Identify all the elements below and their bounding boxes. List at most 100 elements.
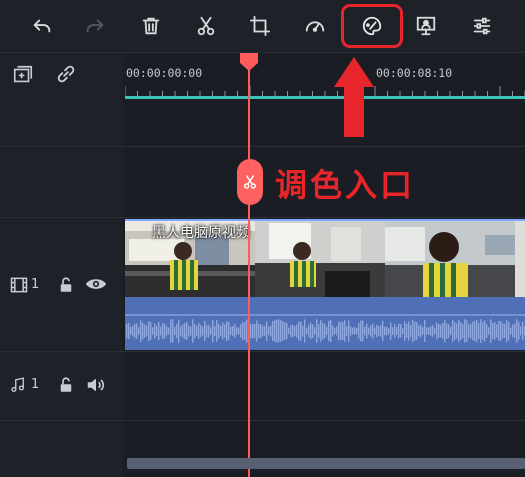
film-icon bbox=[10, 277, 28, 293]
waveform-bar bbox=[340, 321, 342, 341]
audio-track-volume-button[interactable] bbox=[84, 374, 108, 396]
waveform-bar bbox=[408, 321, 410, 341]
toolbar bbox=[0, 0, 525, 53]
waveform-bar bbox=[172, 319, 174, 343]
waveform-bar bbox=[412, 319, 414, 343]
waveform-bar bbox=[310, 322, 312, 340]
waveform-bar bbox=[470, 323, 472, 339]
waveform-bar bbox=[308, 324, 310, 338]
waveform-bar bbox=[142, 322, 144, 340]
waveform-bar bbox=[126, 323, 128, 339]
waveform-bar bbox=[508, 321, 510, 341]
video-clip[interactable]: 黑人电脑原视频 bbox=[125, 219, 525, 350]
waveform-bar bbox=[398, 323, 400, 339]
audio-track-area[interactable] bbox=[125, 352, 525, 420]
waveform-bar bbox=[364, 326, 366, 336]
waveform-bar bbox=[182, 324, 184, 338]
video-track-visibility-button[interactable] bbox=[84, 273, 108, 295]
waveform-bar bbox=[176, 324, 178, 338]
green-screen-button[interactable] bbox=[406, 7, 446, 45]
waveform-bar bbox=[434, 327, 436, 335]
empty-track-area[interactable] bbox=[125, 100, 525, 146]
waveform-bar bbox=[196, 325, 198, 337]
waveform-bar bbox=[316, 319, 318, 343]
waveform-bar bbox=[166, 326, 168, 336]
waveform-bar bbox=[186, 321, 188, 341]
crop-button[interactable] bbox=[240, 7, 280, 45]
waveform-bar bbox=[276, 319, 278, 343]
waveform-bar bbox=[304, 319, 306, 343]
delete-button[interactable] bbox=[131, 7, 171, 45]
waveform-bar bbox=[446, 323, 448, 339]
audio-waveform bbox=[125, 297, 525, 350]
waveform-bar bbox=[474, 320, 476, 342]
waveform-bar bbox=[288, 327, 290, 335]
waveform-bar bbox=[260, 324, 262, 338]
waveform-bar bbox=[472, 321, 474, 341]
waveform-bar bbox=[336, 326, 338, 336]
redo-button[interactable] bbox=[75, 7, 115, 45]
ruler-progress-line bbox=[125, 96, 525, 99]
waveform-bar bbox=[144, 324, 146, 338]
waveform-bar bbox=[386, 326, 388, 336]
waveform-bar bbox=[432, 325, 434, 337]
waveform-bar bbox=[406, 323, 408, 339]
playhead-split-button[interactable] bbox=[237, 159, 263, 205]
waveform-bar bbox=[198, 323, 200, 339]
link-button[interactable] bbox=[53, 62, 79, 86]
waveform-bar bbox=[130, 326, 132, 336]
waveform-bar bbox=[302, 325, 304, 337]
music-note-icon bbox=[11, 377, 24, 393]
waveform-bar bbox=[146, 325, 148, 337]
timecode-mid: 00:00:08:10 bbox=[376, 66, 453, 80]
audio-track-lock-button[interactable] bbox=[57, 375, 75, 395]
waveform-bar bbox=[486, 324, 488, 338]
annotation-text: 调色入口 bbox=[275, 166, 416, 204]
waveform-bar bbox=[482, 322, 484, 340]
video-track-lock-button[interactable] bbox=[57, 275, 75, 295]
waveform-bar bbox=[140, 320, 142, 342]
waveform-bar bbox=[350, 326, 352, 336]
crop-icon bbox=[249, 15, 271, 37]
waveform-bar bbox=[502, 323, 504, 339]
split-button[interactable] bbox=[186, 7, 226, 45]
speed-button[interactable] bbox=[295, 7, 335, 45]
waveform-bar bbox=[384, 326, 386, 336]
waveform-bar bbox=[344, 320, 346, 342]
waveform-bar bbox=[314, 327, 316, 335]
playhead-line[interactable] bbox=[248, 53, 250, 477]
waveform-bar bbox=[396, 327, 398, 335]
waveform-bar bbox=[156, 325, 158, 337]
add-track-button[interactable] bbox=[9, 63, 37, 87]
waveform-bar bbox=[268, 326, 270, 336]
waveform-bar bbox=[504, 324, 506, 338]
waveform-bar bbox=[510, 327, 512, 335]
waveform-bar bbox=[306, 327, 308, 335]
trash-icon bbox=[142, 17, 160, 35]
waveform-bar bbox=[500, 320, 502, 342]
waveform-bar bbox=[298, 321, 300, 341]
waveform-bar bbox=[484, 320, 486, 342]
timeline-horizontal-scrollbar[interactable] bbox=[127, 458, 525, 469]
waveform-bar bbox=[202, 326, 204, 336]
speaker-icon bbox=[87, 378, 105, 392]
waveform-bar bbox=[230, 326, 232, 336]
waveform-bar bbox=[148, 320, 150, 342]
waveform-bar bbox=[436, 322, 438, 340]
video-thumbnail bbox=[255, 221, 385, 297]
waveform-bar bbox=[478, 323, 480, 339]
undo-button[interactable] bbox=[22, 7, 62, 45]
waveform-bar bbox=[410, 324, 412, 338]
video-editor-window: 00:00:00:00 00:00:08:10 1 1 黑人电脑原视频 调色入口 bbox=[0, 0, 525, 477]
waveform-bar bbox=[228, 322, 230, 340]
clip-title: 黑人电脑原视频 bbox=[152, 225, 250, 241]
waveform-bar bbox=[132, 325, 134, 337]
waveform-bar bbox=[376, 324, 378, 338]
waveform-bar bbox=[352, 327, 354, 335]
waveform-bar bbox=[322, 322, 324, 340]
waveform-bar bbox=[216, 320, 218, 342]
adjust-button[interactable] bbox=[462, 7, 502, 45]
speedometer-icon bbox=[305, 21, 325, 32]
presenter-icon bbox=[416, 16, 436, 36]
video-thumbnail bbox=[385, 221, 515, 297]
